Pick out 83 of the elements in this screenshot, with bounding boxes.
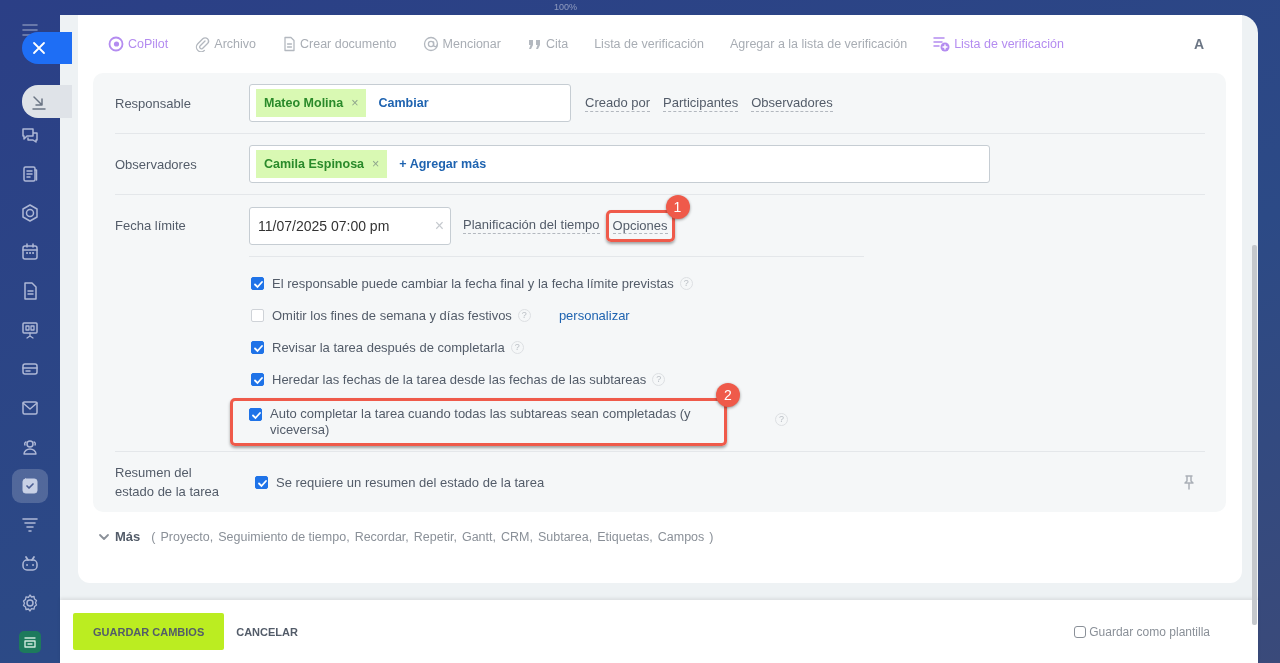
more-field-link[interactable]: Etiquetas, xyxy=(597,529,653,544)
option-label: El responsable puede cambiar la fecha final y la fecha límite previstas xyxy=(272,275,674,291)
more-field-link[interactable]: Proyecto, xyxy=(160,529,214,544)
toolbar-button[interactable]: Lista de verificación xyxy=(594,37,704,51)
action-link[interactable]: + Agregar más xyxy=(399,157,487,171)
person-name: Camila Espinosa xyxy=(264,157,365,171)
field-label: Observadores xyxy=(115,156,198,172)
people-field[interactable]: Camila Espinosa × + Agregar más xyxy=(249,145,990,183)
more-field-link[interactable]: CRM, xyxy=(500,529,533,544)
options-link[interactable]: Planificación del tiempo xyxy=(463,217,600,234)
chat-icon xyxy=(20,125,40,145)
newspaper-icon xyxy=(20,164,40,184)
option-label: Se requiere un resumen del estado de la tarea xyxy=(276,474,545,490)
toolbar-button[interactable]: Crear documento xyxy=(282,36,397,52)
checkbox[interactable] xyxy=(251,276,264,290)
toolbar-button[interactable]: Agregar a la lista de verificación xyxy=(729,37,908,51)
cancel-button[interactable]: CANCELAR xyxy=(224,625,310,638)
option-label: Revisar la tarea después de completarla xyxy=(272,339,505,355)
toolbar-button[interactable]: Mencionar xyxy=(422,36,501,52)
more-field-link[interactable]: Campos xyxy=(657,529,705,544)
presentation-board-icon xyxy=(20,320,40,340)
robot-icon xyxy=(20,554,40,574)
zoom-label: 100% xyxy=(554,1,578,14)
toolbar-button[interactable]: Lista de verificación xyxy=(933,36,1064,52)
paperclip-icon xyxy=(194,36,211,52)
paren: ) xyxy=(709,529,714,544)
toolbar-button[interactable]: CoPilot xyxy=(108,36,169,52)
calendar-icon xyxy=(20,242,40,262)
more-field-link[interactable]: Recordar, xyxy=(354,529,409,544)
step-badge: 2 xyxy=(716,383,740,407)
toolbar-button[interactable]: Archivo xyxy=(194,36,256,52)
field-label: Resumen del estado de la tarea xyxy=(115,464,221,501)
format-button[interactable]: A xyxy=(1193,36,1204,52)
collapse-button[interactable] xyxy=(22,85,72,118)
date-field[interactable]: 11/07/2025 07:00 pm × xyxy=(249,206,451,245)
checkbox[interactable] xyxy=(251,340,264,354)
sidebar-item[interactable] xyxy=(12,469,48,503)
people-field[interactable]: Mateo Molina × Cambiar xyxy=(249,84,571,122)
role-link[interactable]: Participantes xyxy=(663,94,739,112)
remove-button[interactable]: × xyxy=(372,157,380,171)
option-label: Auto completar la tarea cuando todas las subtareas sean completadas (y viceversa) xyxy=(270,406,692,438)
chevron-down-icon[interactable] xyxy=(98,531,110,542)
close-button[interactable] xyxy=(22,32,72,64)
checkbox[interactable] xyxy=(1074,625,1087,638)
checkbox-label: Guardar como plantilla xyxy=(1089,624,1210,639)
action-link[interactable]: Cambiar xyxy=(378,96,429,110)
copilot-icon xyxy=(108,36,124,52)
clear-button[interactable]: × xyxy=(434,216,444,235)
more-toggle[interactable]: Más xyxy=(115,529,141,544)
remove-button[interactable]: × xyxy=(351,96,359,110)
role-link[interactable]: Observadores xyxy=(751,94,833,112)
mail-icon xyxy=(20,398,40,418)
role-link[interactable]: Creado por xyxy=(585,94,651,112)
app-icon xyxy=(19,631,41,653)
more-field-link[interactable]: Seguimiento de tiempo, xyxy=(218,529,350,544)
at-icon xyxy=(422,36,439,52)
field-label: Responsable xyxy=(115,95,192,111)
checkbox-icon xyxy=(20,476,40,496)
option-label: Heredar las fechas de la tarea desde las fechas de las subtareas xyxy=(272,371,647,387)
hexagon-icon xyxy=(20,203,40,223)
paren: ( xyxy=(151,529,156,544)
options-link[interactable]: Opciones xyxy=(612,217,668,234)
checkbox[interactable] xyxy=(251,372,264,386)
people-icon xyxy=(20,437,40,457)
checkbox[interactable] xyxy=(255,475,268,489)
option-label: Omitir los fines de semana y días festivos xyxy=(272,307,512,323)
more-field-link[interactable]: Subtarea, xyxy=(537,529,593,544)
date-value: 11/07/2025 07:00 pm xyxy=(258,217,390,234)
customize-link[interactable]: personalizar xyxy=(558,307,630,323)
field-label: Fecha límite xyxy=(115,218,187,233)
settings-icon xyxy=(20,593,40,613)
person-name: Mateo Molina xyxy=(264,96,344,110)
checklist-add-icon xyxy=(933,36,951,52)
funnel-icon xyxy=(20,515,40,535)
scrollbar[interactable] xyxy=(1252,245,1257,625)
more-field-link[interactable]: Gantt, xyxy=(461,529,496,544)
close-icon xyxy=(32,41,46,55)
save-button[interactable]: GUARDAR CAMBIOS xyxy=(73,613,225,650)
document-icon xyxy=(282,36,296,52)
more-field-link[interactable]: Repetir, xyxy=(413,529,457,544)
checkbox[interactable] xyxy=(249,408,262,421)
toolbar-button[interactable]: Cita xyxy=(526,36,569,52)
step-badge: 1 xyxy=(665,194,690,219)
